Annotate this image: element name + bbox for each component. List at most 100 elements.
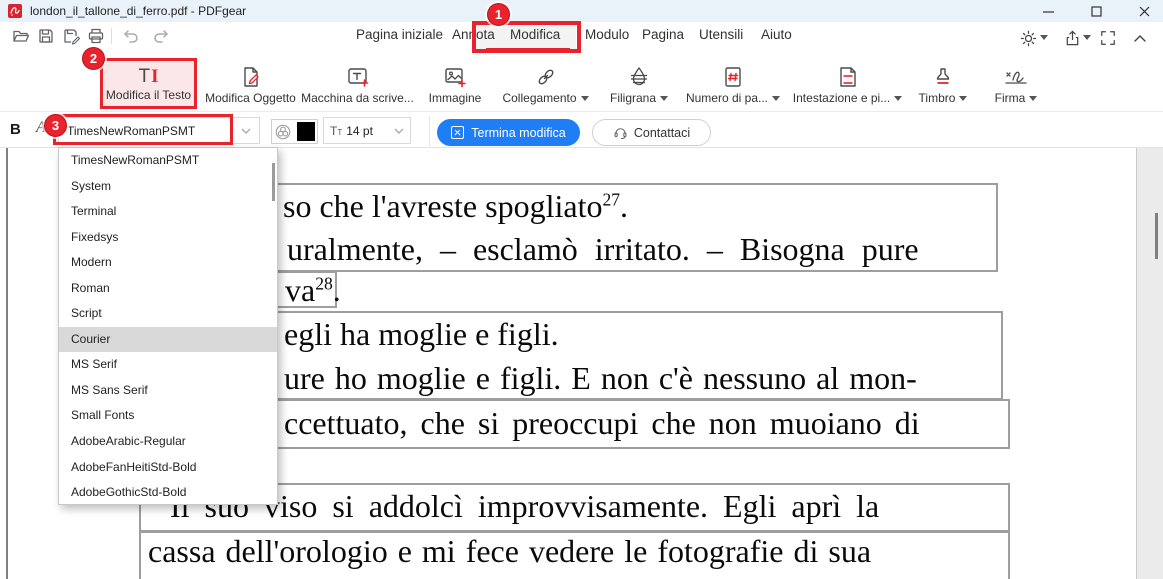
close-edit-icon [451,126,464,139]
font-option[interactable]: AdobeGothicStd-Bold [59,480,277,506]
doc-line-5: ure ho moglie e figli. E non c'è nessuno… [284,360,917,397]
doc-line-3: va28. [285,272,341,309]
dropdown-caret-icon [894,96,902,101]
undo-icon[interactable] [120,26,140,46]
edit-object-button[interactable]: Modifica Oggetto [197,58,304,109]
share-icon[interactable] [1062,28,1082,48]
doc-line-6: ccettuato, che si preoccupi che non muoi… [284,405,920,442]
typewriter-button[interactable]: Macchina da scrive... [304,58,411,109]
doc-line-8: cassa dell'orologio e mi fece vedere le … [148,533,871,570]
callout-badge-2: 2 [82,47,105,70]
window-title: london_il_tallone_di_ferro.pdf - PDFgear [30,4,246,18]
tab-pagina[interactable]: Pagina [642,27,684,42]
font-option[interactable]: MS Serif [59,352,277,378]
stamp-button[interactable]: Timbro [915,58,971,109]
doc-line-4: egli ha moglie e figli. [284,316,559,353]
page-number-button[interactable]: Numero di pa... [683,58,783,109]
theme-caret-icon[interactable] [1040,35,1048,40]
collapse-ribbon-icon[interactable] [1130,29,1150,49]
bold-button[interactable]: B [10,121,21,138]
dropdown-caret-icon [581,96,589,101]
font-dropdown-list: TimesNewRomanPSMT System Terminal Fixeds… [58,147,278,505]
fullscreen-icon[interactable] [1098,28,1118,48]
app-logo-icon [8,4,22,18]
share-caret-icon[interactable] [1083,35,1091,40]
dropdown-caret-icon [772,96,780,101]
stamp-icon [931,61,955,89]
tab-pagina-iniziale[interactable]: Pagina iniziale [356,27,443,42]
vertical-scrollbar-thumb[interactable] [1155,213,1158,259]
finish-editing-button[interactable]: Termina modifica [437,119,580,146]
font-option[interactable]: MS Sans Serif [59,378,277,404]
header-footer-icon [836,61,860,89]
page-left-edge [6,148,8,579]
edit-text-button[interactable]: TI Modifica il Testo [100,58,197,109]
font-option[interactable]: Roman [59,276,277,302]
edit-text-icon: TI [138,64,158,88]
dropdown-caret-icon [660,96,668,101]
tab-aiuto[interactable]: Aiuto [761,27,792,42]
edit-object-icon [239,61,263,89]
header-footer-button[interactable]: Intestazione e pi... [795,58,900,109]
font-option-highlighted[interactable]: Courier [59,327,277,353]
tab-modulo[interactable]: Modulo [585,27,629,42]
open-file-icon[interactable] [11,26,31,46]
font-option[interactable]: Fixedsys [59,225,277,251]
image-icon [443,61,467,89]
font-option[interactable]: Small Fonts [59,403,277,429]
font-family-select[interactable]: TimesNewRomanPSMT [58,117,260,144]
doc-line-1: so che l'avreste spogliato27. [283,188,628,225]
maximize-button[interactable] [1079,0,1113,22]
minimize-button[interactable] [1031,0,1065,22]
tab-utensili[interactable]: Utensili [699,27,743,42]
tab-modifica[interactable]: Modifica [510,27,560,42]
doc-line-2: uralmente, – esclamò irritato. – Bisogna… [287,231,919,268]
headset-icon [613,125,628,140]
font-option[interactable]: Script [59,301,277,327]
theme-icon[interactable] [1018,28,1038,48]
callout-badge-1: 1 [487,3,510,26]
typewriter-icon [346,61,370,89]
font-option[interactable]: AdobeFanHeitiStd-Bold [59,455,277,481]
save-as-icon[interactable] [61,26,81,46]
redo-icon[interactable] [152,26,172,46]
signature-icon [1003,61,1029,89]
dropdown-caret-icon [1029,96,1037,101]
page-number-icon [721,61,745,89]
watermark-button[interactable]: Filigrana [603,58,675,109]
color-wheel-icon [274,123,292,141]
pdfgear-window: london_il_tallone_di_ferro.pdf - PDFgear… [0,0,1163,579]
link-button[interactable]: Collegamento [498,58,593,109]
active-tab-underline [486,48,570,51]
titlebar: london_il_tallone_di_ferro.pdf - PDFgear [0,0,1163,22]
font-family-value: TimesNewRomanPSMT [67,124,241,138]
dropdown-caret-icon [959,96,967,101]
chevron-down-icon [241,128,251,134]
format-divider [429,116,430,146]
close-button[interactable] [1127,0,1161,22]
chevron-down-icon [394,128,404,134]
font-size-select[interactable]: TT 14 pt [323,117,411,144]
font-color-group[interactable] [271,119,318,144]
font-size-value: 14 pt [346,124,390,138]
save-icon[interactable] [36,26,56,46]
font-option[interactable]: TimesNewRomanPSMT [59,148,277,174]
tab-annota[interactable]: Annota [452,27,495,42]
menubar [0,22,1163,55]
current-color-swatch[interactable] [297,122,315,141]
font-option[interactable]: Terminal [59,199,277,225]
font-size-icon: TT [330,124,342,138]
print-icon[interactable] [86,26,106,46]
font-option[interactable]: AdobeArabic-Regular [59,429,277,455]
font-option[interactable]: System [59,174,277,200]
dropdown-scrollbar-thumb[interactable] [272,163,275,201]
watermark-icon [627,61,651,89]
callout-badge-3: 3 [44,114,67,137]
toolbar-divider [111,28,112,44]
image-button[interactable]: Immagine [420,58,490,109]
contact-us-button[interactable]: Contattaci [592,119,711,146]
signature-button[interactable]: Firma [988,58,1044,109]
font-option[interactable]: Modern [59,250,277,276]
link-icon [534,61,558,89]
vertical-scrollbar[interactable] [1136,148,1163,579]
